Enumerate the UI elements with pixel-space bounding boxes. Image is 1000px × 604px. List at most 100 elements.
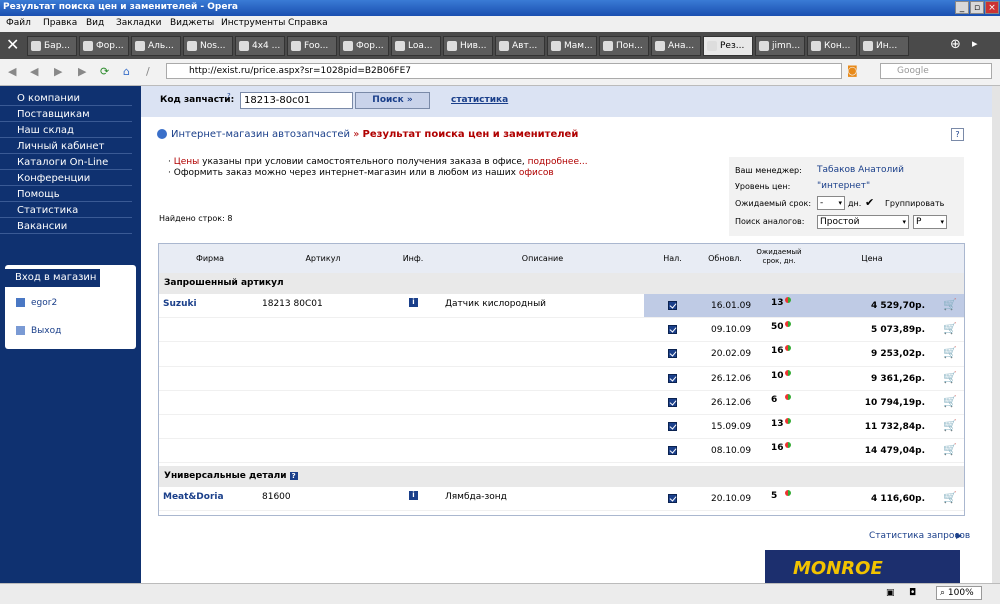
cell-updated: 08.10.09 (711, 446, 752, 457)
request-stats-link[interactable]: Статистика запросов (869, 531, 970, 541)
vertical-scrollbar[interactable] (992, 86, 1000, 583)
cart-icon[interactable]: 🛒 (943, 443, 957, 456)
close-button[interactable]: × (985, 1, 999, 14)
cell-term: 6 (771, 394, 778, 405)
cart-icon[interactable]: 🛒 (943, 298, 957, 311)
term-select[interactable]: - ▾ (817, 196, 845, 210)
part-code-input[interactable]: 18213-80c01 (240, 92, 353, 109)
tab-1[interactable]: Фор... (79, 36, 129, 56)
rewind-icon[interactable]: ◀ (30, 65, 38, 78)
cart-icon[interactable]: 🛒 (943, 346, 957, 359)
view-icon[interactable]: ▣ (886, 588, 895, 598)
cell-price: 10 794,19р. (864, 397, 925, 408)
tab-10[interactable]: Мам... (547, 36, 597, 56)
forward-icon[interactable]: ▶ (54, 65, 62, 78)
cell-updated: 26.12.06 (711, 373, 752, 384)
analog-second-select[interactable]: Р ▾ (913, 215, 947, 229)
cart-icon[interactable]: 🛒 (943, 371, 957, 384)
ad-banner[interactable]: MONROE (765, 550, 960, 583)
wand-icon[interactable]: / (146, 65, 150, 78)
sidebar-item-warehouse[interactable]: Наш склад (0, 123, 132, 138)
cart-icon[interactable]: 🛒 (943, 419, 957, 432)
menu-bookmarks[interactable]: Закладки (116, 18, 162, 28)
help-icon[interactable]: ? (227, 92, 231, 100)
minimize-button[interactable]: _ (955, 1, 969, 14)
tab-14[interactable]: jimn... (755, 36, 805, 56)
manager-name-link[interactable]: Табаков Анатолий (817, 165, 904, 175)
tab-4[interactable]: 4x4 ... (235, 36, 285, 56)
new-tab-icon[interactable]: ⊕ (950, 37, 961, 52)
user-link[interactable]: egor2 (31, 298, 57, 308)
menu-help[interactable]: Справка (288, 18, 328, 28)
cart-icon[interactable]: 🛒 (943, 322, 957, 335)
tab-15[interactable]: Кон... (807, 36, 857, 56)
search-button[interactable]: Поиск » (355, 92, 430, 109)
group-checkbox[interactable]: ✔ (865, 196, 874, 209)
cell-firm[interactable]: Suzuki (163, 299, 197, 309)
info-icon[interactable]: i (409, 298, 418, 307)
more-link[interactable]: подробнее... (528, 157, 588, 167)
home-icon[interactable]: ⌂ (123, 65, 130, 78)
menu-tools[interactable]: Инструменты (221, 18, 285, 28)
sidebar-item-help[interactable]: Помощь (0, 187, 132, 202)
analog-select[interactable]: Простой ▾ (817, 215, 909, 229)
tab-6[interactable]: Фор... (339, 36, 389, 56)
reload-icon[interactable]: ⟳ (100, 65, 109, 78)
menu-file[interactable]: Файл (6, 18, 31, 28)
analog-label: Поиск аналогов: (735, 217, 805, 226)
sidebar-item-catalogs[interactable]: Каталоги On-Line (0, 155, 132, 170)
print-icon[interactable]: ? (951, 128, 964, 141)
offices-link[interactable]: офисов (519, 168, 554, 178)
search-input[interactable]: Google (880, 63, 992, 79)
menu-view[interactable]: Вид (86, 18, 104, 28)
sidebar-item-conferences[interactable]: Конференции (0, 171, 132, 186)
cell-price: 9 253,02р. (871, 349, 925, 360)
cell-term: 13 (771, 419, 784, 429)
menu-edit[interactable]: Правка (43, 18, 77, 28)
breadcrumb-root[interactable]: Интернет-магазин автозапчастей (171, 129, 350, 140)
tools-icon[interactable]: ✕ (6, 35, 19, 54)
sidebar-item-about[interactable]: О компании (0, 91, 132, 106)
term-label: Ожидаемый срок: (735, 199, 812, 208)
row-divider (159, 462, 964, 464)
menu-widgets[interactable]: Виджеты (170, 18, 214, 28)
tab-0[interactable]: Бар... (27, 36, 77, 56)
chevron-down-icon: ▾ (838, 199, 842, 207)
stock-indicator-icon (785, 442, 791, 449)
tab-5[interactable]: Foo... (287, 36, 337, 56)
tab-2[interactable]: Аль... (131, 36, 181, 56)
tab-13-active[interactable]: Рез... (703, 36, 753, 56)
sidebar-item-vacancies[interactable]: Вакансии (0, 219, 132, 234)
tab-8[interactable]: Нив... (443, 36, 493, 56)
rss-icon[interactable]: ◙ (847, 64, 858, 77)
info-icon[interactable]: i (409, 491, 418, 500)
note-order: · Оформить заказ можно через интернет-ма… (168, 168, 554, 178)
address-input[interactable]: http://exist.ru/price.aspx?sr=1028pid=B2… (166, 63, 842, 79)
sidebar-item-account[interactable]: Личный кабинет (0, 139, 132, 154)
zoom-select[interactable]: ⌕ 100% (936, 586, 982, 600)
tab-7[interactable]: Loa... (391, 36, 441, 56)
cart-icon[interactable]: 🛒 (943, 395, 957, 408)
chevron-down-icon: ▾ (940, 218, 944, 226)
statistics-link[interactable]: статистика (451, 95, 508, 105)
cell-firm[interactable]: Meat&Doria (163, 492, 224, 502)
camera-icon[interactable]: ◘ (909, 588, 916, 598)
cell-updated: 20.10.09 (711, 494, 752, 504)
tab-bar: ✕ Бар... Фор... Аль... Nos... 4x4 ... Fo… (0, 32, 1000, 59)
tab-list-icon[interactable]: ▸ (972, 37, 978, 50)
fast-forward-icon[interactable]: ▶ (78, 65, 86, 78)
sidebar-item-statistics[interactable]: Статистика (0, 203, 132, 218)
logout-link[interactable]: Выход (31, 326, 61, 336)
tab-9[interactable]: Авт... (495, 36, 545, 56)
cart-icon[interactable]: 🛒 (943, 491, 957, 504)
tab-3[interactable]: Nos... (183, 36, 233, 56)
tab-11[interactable]: Пон... (599, 36, 649, 56)
back-icon[interactable]: ◀ (8, 65, 16, 78)
help-icon[interactable]: ? (289, 472, 298, 480)
tab-16[interactable]: Ин... (859, 36, 909, 56)
in-stock-checkbox (668, 494, 677, 503)
tab-12[interactable]: Ана... (651, 36, 701, 56)
sidebar-item-suppliers[interactable]: Поставщикам (0, 107, 132, 122)
maximize-button[interactable]: ▫ (970, 1, 984, 14)
col-term: Ожидаемый срок, дн. (756, 248, 802, 265)
